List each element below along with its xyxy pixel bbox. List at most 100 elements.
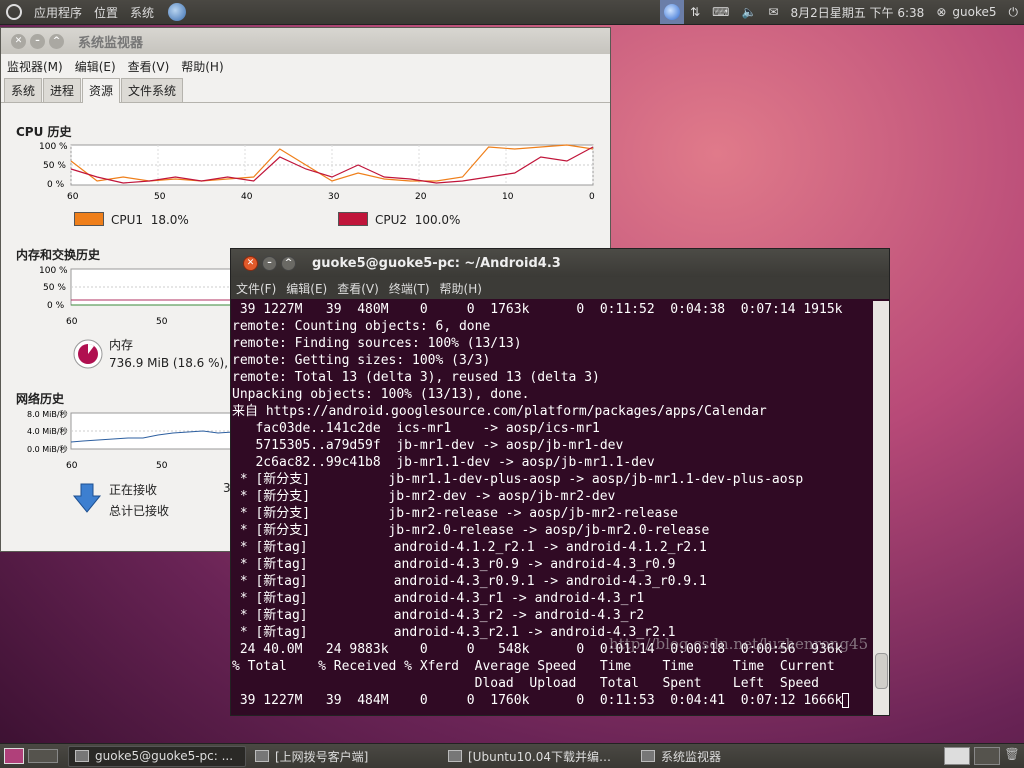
memory-y-tick: 50 %: [43, 283, 66, 293]
terminal-cursor: [842, 693, 850, 708]
network-history-chart: 8.0 MiB/秒 4.0 MiB/秒 0.0 MiB/秒 60 50: [27, 409, 233, 471]
browser-icon[interactable]: [168, 3, 187, 21]
cpu1-legend: CPU1 18.0%: [111, 213, 189, 227]
minimize-button[interactable]: –: [262, 255, 277, 271]
menu-applications[interactable]: 应用程序: [28, 4, 88, 21]
taskbar-item-label: [上网拨号客户端]: [275, 749, 369, 764]
menu-monitor[interactable]: 监视器(M): [1, 58, 69, 75]
terminal-menubar: 文件(F) 编辑(E) 查看(V) 终端(T) 帮助(H): [231, 277, 889, 299]
sysmon-menubar: 监视器(M) 编辑(E) 查看(V) 帮助(H): [1, 54, 610, 78]
keyboard-layout-icon[interactable]: [28, 749, 58, 763]
menu-system[interactable]: 系统: [124, 4, 160, 21]
memory-x-tick: 50: [156, 317, 168, 327]
power-icon[interactable]: ⏻: [1003, 5, 1024, 20]
taskbar-item[interactable]: [上网拨号客户端]: [249, 746, 439, 767]
ubuntu-logo-icon[interactable]: [6, 4, 22, 20]
cpu-x-tick: 50: [154, 192, 166, 202]
cpu-x-tick: 0: [589, 192, 595, 202]
memory-pie-icon[interactable]: [72, 338, 104, 370]
menu-terminal[interactable]: 终端(T): [384, 280, 435, 297]
menu-help[interactable]: 帮助(H): [175, 58, 229, 75]
taskbar-item-icon: [641, 750, 655, 762]
workspace-1[interactable]: [944, 747, 970, 765]
minimize-button[interactable]: –: [30, 33, 45, 49]
trash-icon[interactable]: 🗑: [1004, 747, 1020, 765]
memory-label: 内存: [109, 338, 134, 352]
workspace-2[interactable]: [974, 747, 1000, 765]
taskbar-item-icon: [448, 750, 462, 762]
terminal-line: * [新分支] jb-mr2.0-release -> aosp/jb-mr2.…: [232, 523, 710, 538]
cpu-y-tick: 50 %: [43, 161, 66, 171]
tab-resources[interactable]: 资源: [82, 78, 121, 103]
volume-icon[interactable]: 🔈: [735, 5, 762, 19]
terminal-line: * [新tag] android-4.1.2_r2.1 -> android-4…: [232, 540, 707, 555]
menu-help[interactable]: 帮助(H): [435, 280, 487, 297]
taskbar-item-icon: [255, 750, 269, 762]
clock[interactable]: 8月2日星期五 下午 6:38: [784, 4, 930, 21]
maximize-button[interactable]: ^: [49, 33, 64, 49]
cpu2-value: 100.0%: [414, 213, 461, 227]
network-x-tick: 60: [66, 461, 78, 471]
transfer-arrows-icon[interactable]: ⇅: [684, 5, 706, 19]
download-arrow-icon[interactable]: [72, 482, 102, 514]
close-button[interactable]: ✕: [11, 33, 26, 49]
menu-edit[interactable]: 编辑(E): [69, 58, 122, 75]
cpu-history-title: CPU 历史: [16, 125, 72, 139]
cpu2-legend-swatch[interactable]: [338, 212, 368, 226]
terminal-line: 39 1227M 39 480M 0 0 1763k 0 0:11:52 0:0…: [232, 302, 843, 317]
terminal-line: Dload Upload Total Spent Left Speed: [232, 676, 819, 691]
terminal-line: * [新分支] jb-mr2-dev -> aosp/jb-mr2-dev: [232, 489, 616, 504]
memory-value: 736.9 MiB (18.6 %),: [109, 356, 229, 370]
tab-processes[interactable]: 进程: [43, 78, 82, 102]
cpu2-label: CPU2: [375, 213, 408, 227]
maximize-button[interactable]: ^: [281, 255, 296, 271]
bottom-panel: guoke5@guoke5-pc: ... [上网拨号客户端] [Ubuntu10.…: [0, 743, 1024, 768]
memory-history-chart: 100 % 50 % 0 % 60 50: [39, 266, 236, 327]
taskbar-item[interactable]: [Ubuntu10.04下载并编…: [442, 746, 632, 767]
memory-history-title: 内存和交换历史: [16, 248, 101, 262]
taskbar-item[interactable]: 系统监视器: [635, 746, 817, 767]
network-history-title: 网络历史: [16, 392, 65, 406]
show-desktop-icon[interactable]: [4, 748, 24, 764]
network-y-tick: 0.0 MiB/秒: [27, 444, 68, 454]
cpu-y-tick: 0 %: [47, 180, 65, 190]
scrollbar-thumb[interactable]: [875, 653, 888, 689]
terminal-line: 39 1227M 39 484M 0 0 1760k 0 0:11:53 0:0…: [232, 692, 874, 709]
terminal-line: 来自 https://android.googlesource.com/plat…: [232, 404, 767, 419]
terminal-scrollbar[interactable]: [873, 301, 889, 715]
window-title: 系统监视器: [78, 35, 144, 51]
mail-icon[interactable]: ✉: [762, 5, 784, 19]
taskbar-item-label: 系统监视器: [661, 749, 722, 764]
memory-y-tick: 0 %: [47, 301, 65, 311]
keyboard-icon[interactable]: ⌨: [706, 5, 735, 19]
menu-places[interactable]: 位置: [88, 4, 124, 21]
terminal-titlebar[interactable]: ✕ – ^ guoke5@guoke5-pc: ~/Android4.3: [231, 249, 889, 277]
tab-system[interactable]: 系统: [4, 78, 43, 102]
terminal-line: * [新分支] jb-mr1.1-dev-plus-aosp -> aosp/j…: [232, 472, 804, 487]
terminal-line: * [新分支] jb-mr2-release -> aosp/jb-mr2-re…: [232, 506, 678, 521]
terminal-window: ✕ – ^ guoke5@guoke5-pc: ~/Android4.3 文件(…: [230, 248, 890, 716]
menu-view[interactable]: 查看(V): [122, 58, 176, 75]
sysmon-titlebar[interactable]: ✕ – ^ 系统监视器: [1, 28, 610, 54]
terminal-line: fac03de..141c2de ics-mr1 -> aosp/ics-mr1: [232, 421, 600, 436]
terminal-line: * [新tag] android-4.3_r0.9 -> android-4.3…: [232, 557, 676, 572]
taskbar-item-label: guoke5@guoke5-pc: ...: [95, 749, 234, 763]
taskbar-item[interactable]: guoke5@guoke5-pc: ...: [68, 745, 246, 767]
memory-y-tick: 100 %: [39, 266, 68, 276]
user-status-icon: ⊗: [936, 5, 947, 19]
system-tray: ⇅ ⌨ 🔈 ✉ 8月2日星期五 下午 6:38 ⊗ guoke5 ⏻: [660, 0, 1024, 24]
menu-file[interactable]: 文件(F): [231, 280, 281, 297]
user-name[interactable]: guoke5: [952, 5, 1002, 19]
cpu1-label: CPU1: [111, 213, 144, 227]
close-button[interactable]: ✕: [243, 255, 258, 271]
terminal-line: Unpacking objects: 100% (13/13), done.: [232, 387, 530, 402]
tab-filesystems[interactable]: 文件系统: [121, 78, 184, 102]
menu-edit[interactable]: 编辑(E): [281, 280, 332, 297]
terminal-line: 5715305..a79d59f jb-mr1-dev -> aosp/jb-m…: [232, 438, 624, 453]
network-globe-tray[interactable]: [660, 0, 685, 24]
cpu1-value: 18.0%: [150, 213, 189, 227]
task-list: guoke5@guoke5-pc: ... [上网拨号客户端] [Ubuntu10.…: [68, 745, 944, 767]
menu-view[interactable]: 查看(V): [332, 280, 384, 297]
cpu1-legend-swatch[interactable]: [74, 212, 104, 226]
cpu-x-tick: 60: [67, 192, 79, 202]
